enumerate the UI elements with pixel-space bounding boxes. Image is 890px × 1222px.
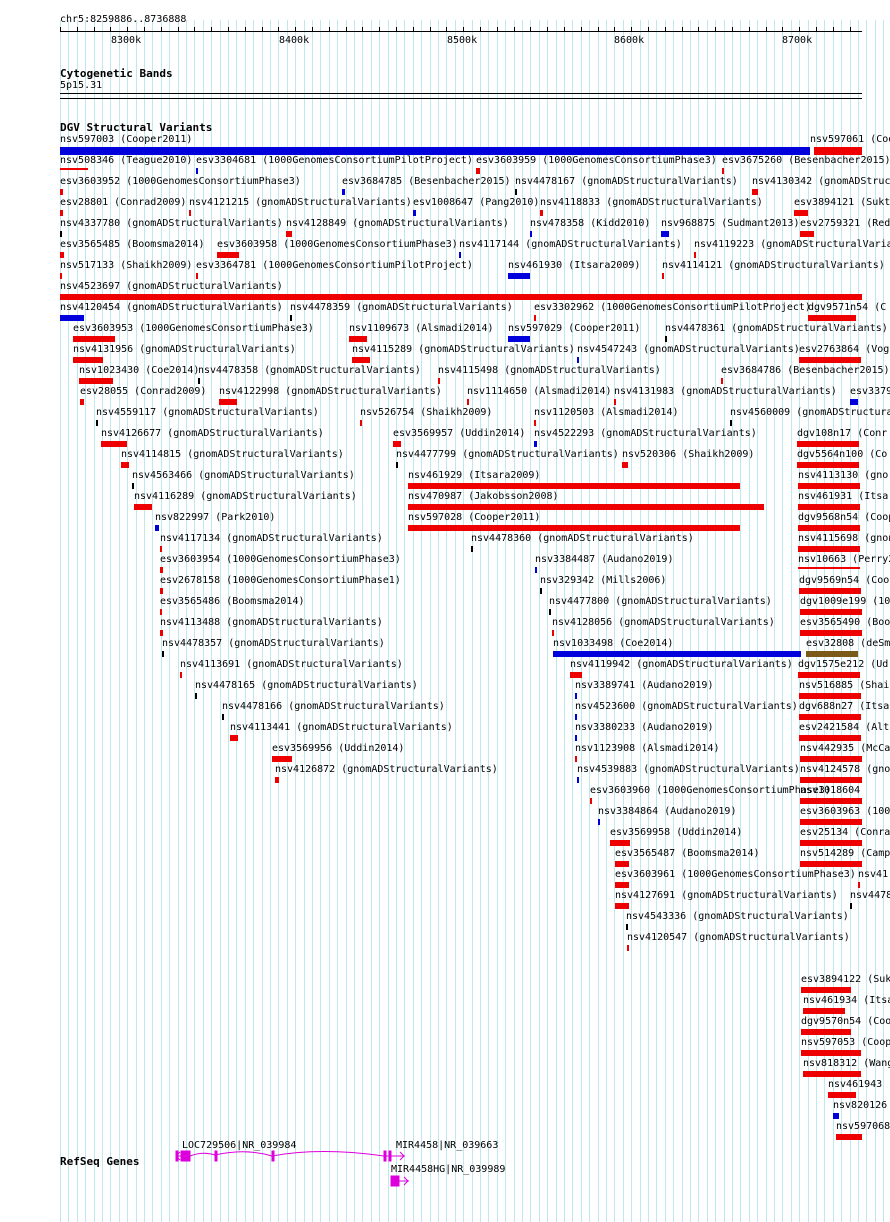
gene-model-mir4458hg[interactable] — [390, 1175, 409, 1187]
refseq-gene-models — [175, 1150, 409, 1187]
gene-model-mir4458[interactable] — [383, 1150, 405, 1162]
gene-model-loc729506[interactable] — [175, 1150, 385, 1162]
